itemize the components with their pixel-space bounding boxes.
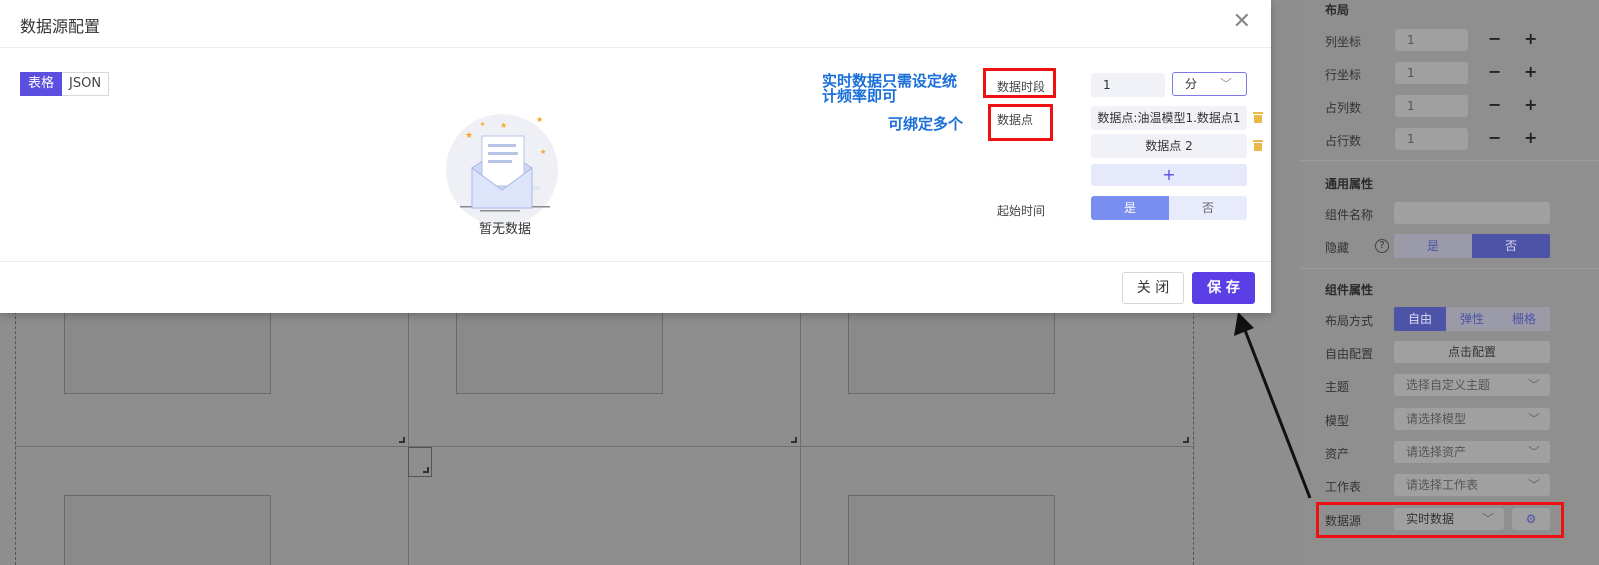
colspan-input[interactable]: 1 (1395, 95, 1468, 117)
close-button[interactable]: 关 闭 (1122, 272, 1184, 304)
layout-mode-grid[interactable]: 栅格 (1498, 307, 1550, 331)
add-datapoint-button[interactable]: + (1091, 164, 1247, 186)
hidden-toggle[interactable]: 是 否 (1394, 234, 1550, 258)
asset-select[interactable]: 请选择资产 ﹀ (1394, 441, 1550, 463)
hidden-label: 隐藏 (1325, 241, 1350, 255)
hidden-yes-option[interactable]: 是 (1394, 234, 1472, 258)
layout-mode-flex[interactable]: 弹性 (1446, 307, 1498, 331)
period-unit-value: 分 (1185, 77, 1198, 91)
divider (1300, 268, 1599, 269)
save-button[interactable]: 保 存 (1192, 272, 1255, 304)
help-icon[interactable]: ? (1375, 239, 1389, 253)
component-name-input[interactable] (1394, 202, 1550, 224)
section-title-general: 通用属性 (1325, 177, 1374, 191)
row-label-row: 行坐标 (1325, 68, 1362, 82)
properties-panel: 布局 列坐标 1 − + 行坐标 1 − + 占列数 1 − + 占行数 1 −… (1300, 0, 1599, 565)
empty-text: 暂无数据 (478, 222, 531, 237)
minus-button[interactable]: − (1488, 128, 1501, 147)
points-label: 数据点 (997, 113, 1034, 127)
free-config-label: 自由配置 (1325, 347, 1374, 361)
resize-handle-icon[interactable] (399, 437, 405, 443)
start-time-no[interactable]: 否 (1169, 196, 1247, 220)
free-config-button[interactable]: 点击配置 (1394, 341, 1550, 363)
theme-select[interactable]: 选择自定义主题 ﹀ (1394, 374, 1550, 396)
asset-placeholder: 请选择资产 (1406, 445, 1467, 459)
svg-text:★: ★ (480, 121, 485, 128)
svg-text:★: ★ (465, 131, 473, 141)
minus-button[interactable]: − (1488, 62, 1501, 81)
grid-cell-component[interactable] (64, 300, 271, 394)
datasource-config-dialog: 数据源配置 ✕ 表格 JSON ★ ★ ★ ★ ★ 暂无数据 实时数据只需设定统… (0, 0, 1271, 313)
divider (1300, 160, 1599, 161)
col-input[interactable]: 1 (1395, 29, 1468, 51)
chevron-down-icon: ﹀ (1219, 77, 1232, 91)
plus-button[interactable]: + (1524, 62, 1537, 81)
svg-text:★: ★ (536, 115, 543, 124)
start-time-label: 起始时间 (997, 204, 1046, 218)
section-title-component: 组件属性 (1325, 283, 1374, 297)
section-title-layout: 布局 (1325, 3, 1350, 17)
name-label: 组件名称 (1325, 208, 1374, 222)
layout-mode-toggle[interactable]: 自由 弹性 栅格 (1394, 307, 1550, 331)
asset-label: 资产 (1325, 447, 1350, 461)
chevron-down-icon: ﹀ (1527, 378, 1540, 392)
hidden-no-option[interactable]: 否 (1472, 234, 1550, 258)
row-label-col: 列坐标 (1325, 35, 1362, 49)
sheet-select[interactable]: 请选择工作表 ﹀ (1394, 474, 1550, 496)
chevron-down-icon: ﹀ (1527, 478, 1540, 492)
layout-mode-label: 布局方式 (1325, 314, 1374, 328)
datapoint-item[interactable]: 数据点:油温模型1.数据点1 (1091, 106, 1247, 130)
sheet-placeholder: 请选择工作表 (1406, 478, 1479, 492)
theme-placeholder: 选择自定义主题 (1406, 378, 1491, 392)
grid-line (15, 446, 1195, 447)
start-time-toggle[interactable]: 是 否 (1091, 196, 1247, 220)
plus-button[interactable]: + (1524, 29, 1537, 48)
period-unit-select[interactable]: 分 ﹀ (1172, 72, 1247, 96)
grid-cell-component[interactable] (848, 300, 1055, 394)
resize-handle-icon[interactable] (1183, 437, 1189, 443)
grid-cell-component[interactable] (456, 300, 663, 394)
row-label-colspan: 占列数 (1325, 101, 1362, 115)
dialog-title: 数据源配置 (20, 17, 101, 36)
minus-button[interactable]: − (1488, 95, 1501, 114)
theme-label: 主题 (1325, 380, 1350, 394)
row-label-rowspan: 占行数 (1325, 134, 1362, 148)
grid-cell-component[interactable] (64, 495, 271, 565)
resize-handle-icon[interactable] (791, 437, 797, 443)
sheet-label: 工作表 (1325, 480, 1362, 494)
resize-handle-icon[interactable] (423, 467, 429, 473)
start-time-yes[interactable]: 是 (1091, 196, 1169, 220)
layout-mode-free[interactable]: 自由 (1394, 307, 1446, 331)
grid-cell-component[interactable] (848, 495, 1055, 565)
svg-text:★: ★ (500, 121, 507, 130)
dialog-header: 数据源配置 ✕ (0, 0, 1271, 48)
period-label: 数据时段 (997, 80, 1046, 94)
rowspan-input[interactable]: 1 (1395, 128, 1468, 150)
model-label: 模型 (1325, 414, 1350, 428)
model-placeholder: 请选择模型 (1406, 412, 1467, 426)
highlight-datasource (1316, 502, 1564, 538)
svg-text:★: ★ (540, 148, 546, 156)
dialog-footer: 关 闭 保 存 (0, 261, 1271, 313)
minus-button[interactable]: − (1488, 29, 1501, 48)
row-input[interactable]: 1 (1395, 62, 1468, 84)
trash-icon[interactable] (1253, 139, 1263, 151)
chevron-down-icon: ﹀ (1527, 445, 1540, 459)
annotation-points: 可绑定多个 (888, 115, 964, 133)
plus-button[interactable]: + (1524, 95, 1537, 114)
model-select[interactable]: 请选择模型 ﹀ (1394, 408, 1550, 430)
view-tabs: 表格 JSON (20, 72, 110, 96)
close-icon[interactable]: ✕ (1233, 10, 1251, 34)
trash-icon[interactable] (1253, 111, 1263, 123)
tab-json[interactable]: JSON (62, 72, 110, 96)
annotation-time-line2: 计频率即可 (822, 87, 898, 105)
tab-table[interactable]: 表格 (20, 72, 63, 96)
period-input[interactable]: 1 (1091, 73, 1165, 97)
plus-button[interactable]: + (1524, 128, 1537, 147)
datapoint-item[interactable]: 数据点 2 (1091, 134, 1247, 158)
chevron-down-icon: ﹀ (1527, 412, 1540, 426)
